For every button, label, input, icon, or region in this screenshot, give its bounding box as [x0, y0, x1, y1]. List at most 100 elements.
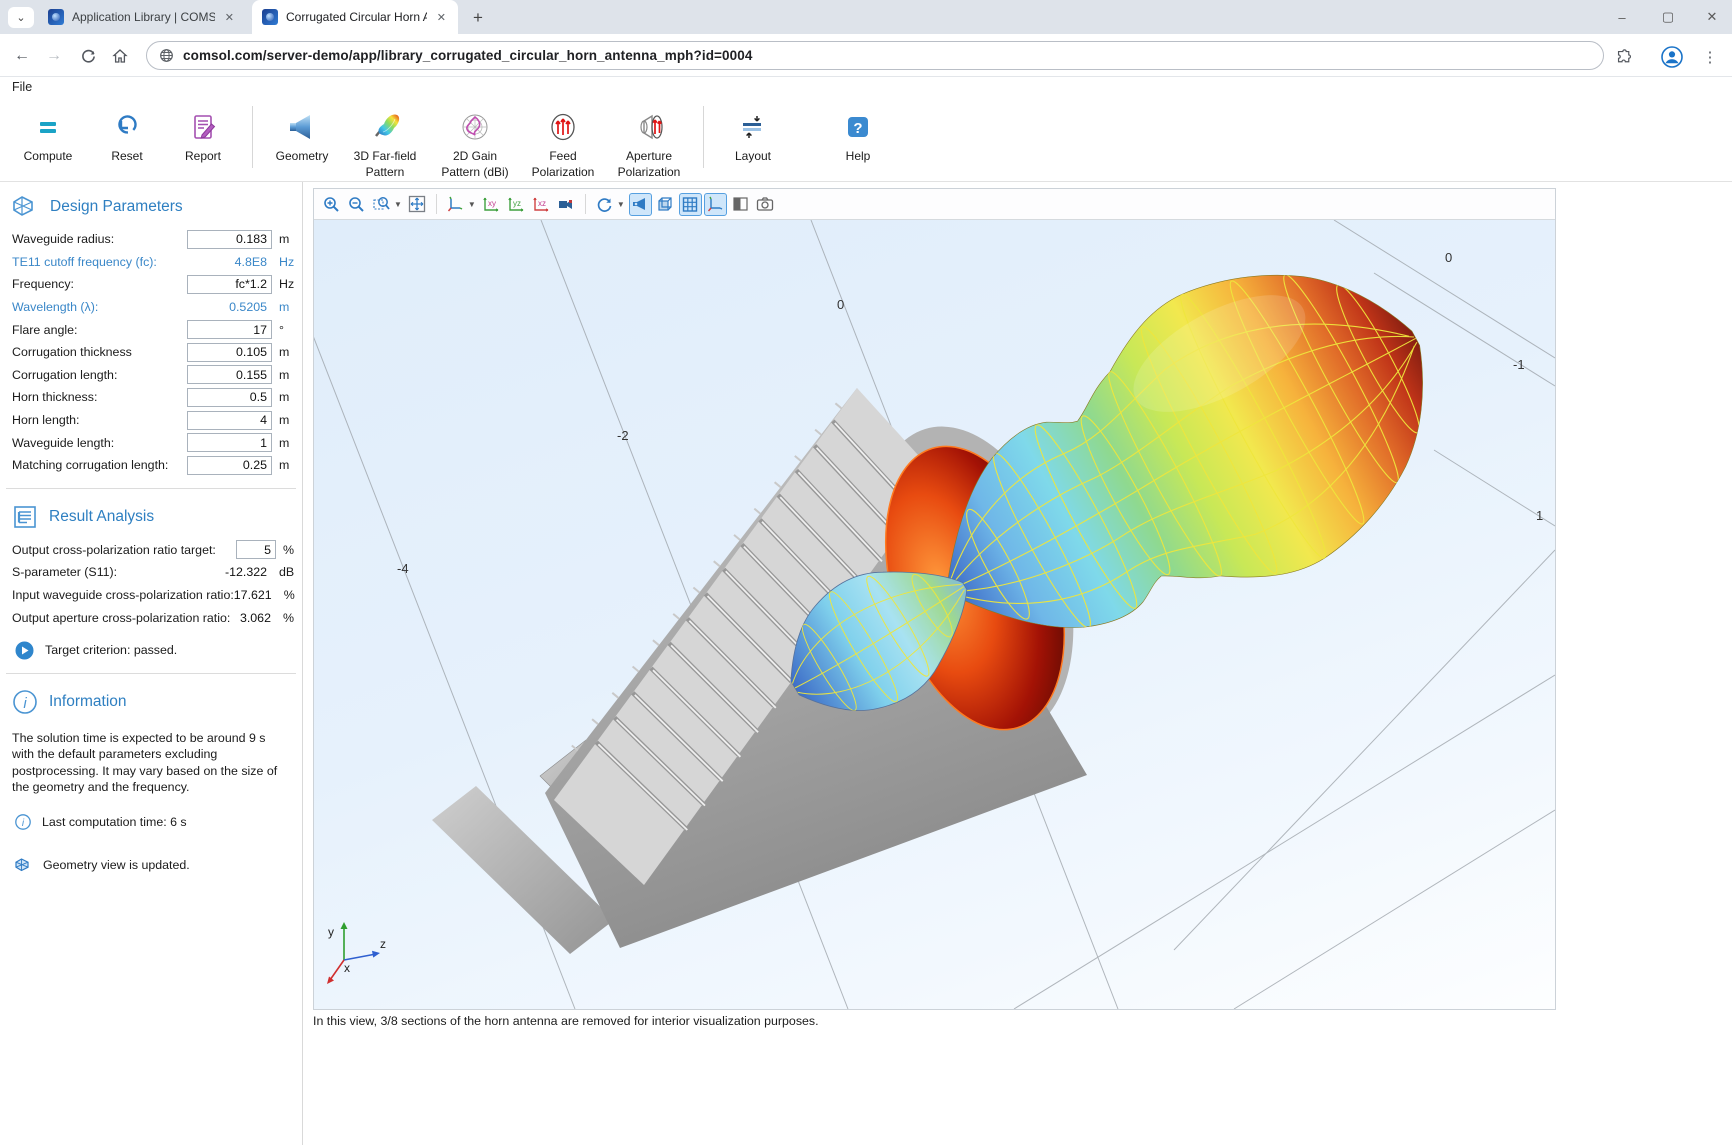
matching-corrugation-length-field[interactable]: [187, 456, 272, 475]
svg-text:yz: yz: [513, 199, 521, 208]
home-icon: [112, 48, 128, 64]
reset-button[interactable]: Reset: [90, 102, 164, 164]
button-label: Polarization: [532, 165, 595, 180]
geometry-button[interactable]: Geometry: [263, 102, 341, 164]
corrugation-length-field[interactable]: [187, 365, 272, 384]
waveguide-length-field[interactable]: [187, 433, 272, 452]
design-parameters-header: Design Parameters: [0, 182, 302, 228]
flare-angle-field[interactable]: [187, 320, 272, 339]
param-label: Flare angle:: [12, 323, 187, 337]
extensions-button[interactable]: [1612, 45, 1636, 69]
param-unit: m: [272, 390, 294, 404]
transparency-toggle[interactable]: [654, 193, 677, 216]
feed-polarization-icon: [545, 106, 581, 148]
zoom-in-button[interactable]: [320, 193, 343, 216]
button-label: Pattern: [366, 165, 405, 180]
invert-background-button[interactable]: [729, 193, 752, 216]
gain-2d-button[interactable]: 2D Gain Pattern (dBi): [429, 102, 521, 180]
profile-avatar[interactable]: [1660, 45, 1684, 69]
tab-close-icon[interactable]: ✕: [223, 9, 236, 26]
perspective-view-button[interactable]: [555, 193, 578, 216]
reload-button[interactable]: [76, 44, 100, 68]
result-row: Output cross-polarization ratio target: …: [0, 539, 302, 562]
button-label: Polarization: [618, 165, 681, 180]
back-button[interactable]: ←: [10, 44, 34, 68]
view-xz-button[interactable]: xz: [530, 193, 553, 216]
param-row: Corrugation thickness m: [0, 341, 302, 364]
axis-orientation-toggle[interactable]: [704, 193, 727, 216]
help-button[interactable]: ? Help: [828, 102, 888, 164]
grid-toggle[interactable]: [679, 193, 702, 216]
view-xy-button[interactable]: xy: [480, 193, 503, 216]
output-cross-polarization-value: 3.062: [230, 611, 276, 625]
farfield-3d-icon: [366, 106, 404, 148]
browser-tab-inactive[interactable]: Application Library | COMSOL S ✕: [38, 0, 246, 34]
horn-length-field[interactable]: [187, 411, 272, 430]
toolbar-separator: [585, 194, 586, 214]
waveguide-radius-field[interactable]: [187, 230, 272, 249]
svg-text:x: x: [344, 961, 350, 975]
design-parameters-icon: [12, 195, 39, 219]
section-title: Result Analysis: [49, 508, 154, 526]
compute-button[interactable]: Compute: [6, 102, 90, 164]
default-view-button[interactable]: [444, 193, 467, 216]
window-close-button[interactable]: ✕: [1692, 5, 1732, 29]
window-minimize-button[interactable]: –: [1602, 5, 1642, 29]
aperture-polarization-button[interactable]: Aperture Polarization: [605, 102, 693, 180]
tab-search-button[interactable]: ⌄: [8, 7, 34, 28]
zoom-box-button[interactable]: [370, 193, 393, 216]
frequency-field[interactable]: [187, 275, 272, 294]
farfield-3d-button[interactable]: 3D Far-field Pattern: [341, 102, 429, 180]
param-unit: m: [272, 436, 294, 450]
button-label: Help: [846, 149, 871, 164]
param-unit: m: [272, 232, 294, 246]
rotate-view-dropdown-caret[interactable]: ▼: [617, 200, 625, 209]
default-view-dropdown-caret[interactable]: ▼: [468, 200, 476, 209]
snapshot-button[interactable]: [754, 193, 777, 216]
file-menu[interactable]: File: [12, 80, 32, 94]
param-row: Waveguide radius: m: [0, 228, 302, 251]
url-text: comsol.com/server-demo/app/library_corru…: [183, 48, 752, 63]
zoom-extents-button[interactable]: [406, 193, 429, 216]
window-maximize-button[interactable]: ▢: [1648, 5, 1688, 29]
profile-icon: [1661, 46, 1683, 68]
url-bar[interactable]: comsol.com/server-demo/app/library_corru…: [146, 41, 1604, 70]
section-divider: [6, 488, 296, 489]
button-label: Compute: [24, 149, 73, 164]
graphics-toolbar: ▼ ▼ xy yz xz ▼: [314, 189, 1555, 220]
param-row: Corrugation length: m: [0, 364, 302, 387]
te11-cutoff-value: 4.8E8: [187, 255, 272, 269]
help-icon: ?: [843, 106, 873, 148]
corrugation-thickness-field[interactable]: [187, 343, 272, 362]
report-button[interactable]: Report: [164, 102, 242, 164]
result-unit: %: [276, 543, 294, 557]
forward-button[interactable]: →: [42, 44, 66, 68]
button-label: Reset: [111, 149, 142, 164]
s-parameter-value: -12.322: [187, 565, 272, 579]
show-geometry-toggle[interactable]: [629, 193, 652, 216]
button-label: Layout: [735, 149, 771, 164]
browser-tab-active[interactable]: Corrugated Circular Horn Anten ✕: [252, 0, 458, 34]
view-yz-button[interactable]: yz: [505, 193, 528, 216]
geometry-status-text: Geometry view is updated.: [43, 858, 190, 872]
layout-button[interactable]: Layout: [714, 102, 792, 164]
rotate-view-button[interactable]: [593, 193, 616, 216]
param-unit: m: [272, 458, 294, 472]
view-caption: In this view, 3/8 sections of the horn a…: [313, 1014, 1213, 1028]
info-circle-icon: i: [15, 814, 31, 830]
status-text: Target criterion: passed.: [45, 643, 177, 657]
reload-icon: [81, 49, 96, 64]
horn-thickness-field[interactable]: [187, 388, 272, 407]
tab-close-icon[interactable]: ✕: [435, 9, 448, 26]
param-label: Waveguide length:: [12, 436, 187, 450]
cross-polarization-target-field[interactable]: [236, 540, 276, 559]
tab-title: Application Library | COMSOL S: [72, 10, 215, 24]
new-tab-button[interactable]: +: [468, 8, 488, 28]
last-computation-row: i Last computation time: 6 s: [0, 796, 302, 832]
feed-polarization-button[interactable]: Feed Polarization: [521, 102, 605, 180]
3d-graphics-canvas[interactable]: 0 -2 -4 0 -1 1 y z x: [314, 220, 1555, 1009]
browser-menu-kebab[interactable]: ⋮: [1698, 45, 1722, 69]
zoom-box-dropdown-caret[interactable]: ▼: [394, 200, 402, 209]
zoom-out-button[interactable]: [345, 193, 368, 216]
home-button[interactable]: [108, 44, 132, 68]
